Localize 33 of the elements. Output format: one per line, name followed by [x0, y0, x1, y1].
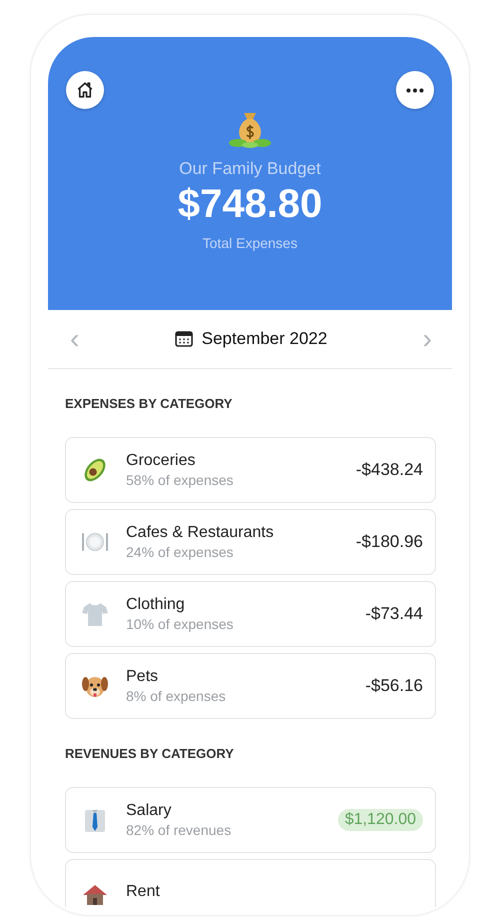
- category-card[interactable]: Pets 8% of expenses -$56.16: [65, 653, 436, 719]
- expense-amount: -$180.96: [356, 532, 423, 552]
- category-card[interactable]: Groceries 58% of expenses -$438.24: [65, 437, 436, 503]
- total-amount: $748.80: [178, 182, 322, 227]
- category-card[interactable]: Rent: [65, 859, 436, 907]
- more-icon: [406, 88, 424, 92]
- category-share: 8% of expenses: [126, 688, 227, 704]
- expense-amount: -$438.24: [356, 460, 423, 480]
- home-button[interactable]: [66, 71, 104, 109]
- section-heading: REVENUES BY CATEGORY: [64, 745, 235, 761]
- section-heading: EXPENSES BY CATEGORY: [64, 395, 234, 411]
- expense-amount: -$73.44: [365, 604, 423, 624]
- calendar-icon: [174, 331, 193, 347]
- category-share: 24% of expenses: [126, 544, 234, 560]
- category-name: Salary: [126, 802, 172, 820]
- category-name: Clothing: [126, 596, 186, 614]
- category-share: 10% of expenses: [126, 616, 234, 632]
- category-name: Cafes & Restaurants: [126, 524, 275, 542]
- more-button[interactable]: [396, 71, 434, 109]
- category-card[interactable]: Cafes & Restaurants 24% of expenses -$180.96: [65, 509, 436, 575]
- total-label: Total Expenses: [202, 235, 298, 251]
- category-share: 58% of expenses: [126, 472, 234, 488]
- category-share: 82% of revenues: [126, 822, 232, 838]
- budget-title: Our Family Budget: [179, 159, 321, 179]
- month-label: September 2022: [202, 329, 328, 349]
- category-name: Rent: [126, 883, 161, 901]
- category-card[interactable]: Salary 82% of revenues $1,120.00: [65, 787, 436, 853]
- revenue-amount: $1,120.00: [338, 809, 423, 831]
- category-card[interactable]: Clothing 10% of expenses -$73.44: [65, 581, 436, 647]
- home-icon: [76, 81, 94, 99]
- category-name: Pets: [126, 668, 160, 686]
- category-name: Groceries: [126, 452, 196, 470]
- expense-amount: -$56.16: [365, 676, 423, 696]
